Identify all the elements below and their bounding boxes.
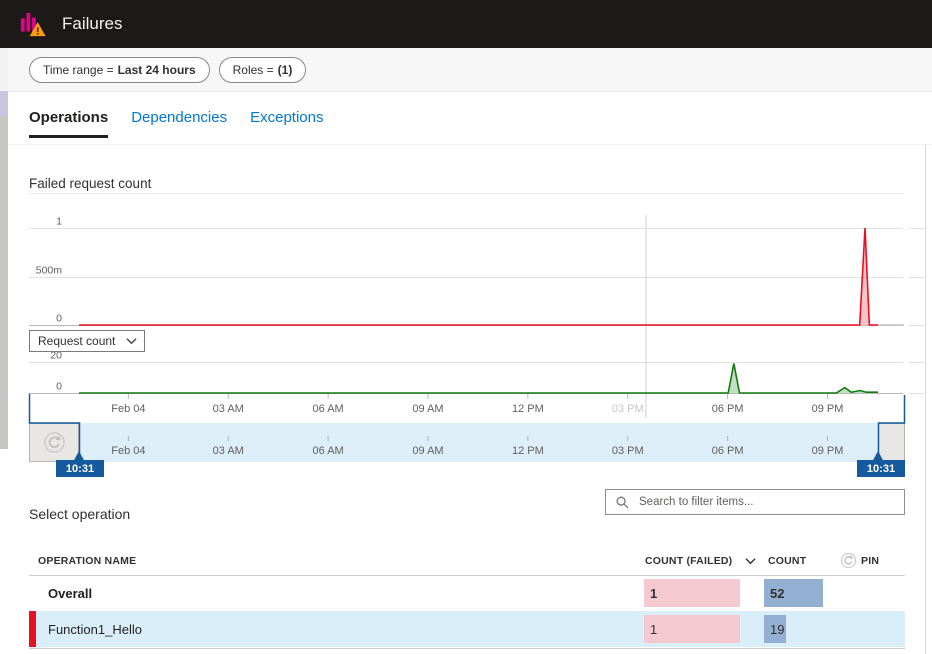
failures-blade-icon bbox=[20, 12, 46, 37]
pivot-tabs: Operations Dependencies Exceptions bbox=[29, 109, 323, 138]
roles-filter-label: Roles = bbox=[232, 62, 274, 77]
svg-text:06 AM: 06 AM bbox=[313, 403, 344, 415]
time-range-filter-value: Last 24 hours bbox=[117, 62, 196, 77]
svg-text:Feb 04: Feb 04 bbox=[111, 403, 145, 415]
count-failed-value: 1 bbox=[650, 585, 658, 601]
svg-text:1: 1 bbox=[56, 216, 62, 228]
time-range-filter-pill[interactable]: Time range = Last 24 hours bbox=[29, 56, 210, 83]
svg-text:03 AM: 03 AM bbox=[213, 403, 244, 415]
sort-descending-icon[interactable] bbox=[745, 557, 756, 565]
search-icon bbox=[616, 496, 629, 508]
left-edge-scrollbar[interactable] bbox=[0, 116, 8, 449]
metric-dropdown[interactable]: Request count bbox=[29, 330, 145, 352]
col-count-failed[interactable]: COUNT (FAILED) bbox=[645, 555, 732, 567]
count-value: 52 bbox=[770, 585, 785, 601]
count-value: 19 bbox=[770, 621, 785, 637]
svg-text:12 PM: 12 PM bbox=[512, 403, 544, 415]
operation-name: Overall bbox=[48, 585, 93, 601]
select-operation-title: Select operation bbox=[29, 506, 131, 522]
time-brush-track[interactable] bbox=[79, 423, 878, 462]
count-failed-value: 1 bbox=[650, 621, 658, 637]
table-bottom-border bbox=[29, 648, 905, 649]
pin-icon[interactable] bbox=[840, 552, 857, 569]
table-row-overall[interactable]: Overall 1 52 bbox=[29, 576, 905, 610]
svg-text:06 PM: 06 PM bbox=[712, 403, 744, 415]
svg-text:03 PM: 03 PM bbox=[612, 403, 644, 415]
content-right-border bbox=[925, 145, 926, 654]
count-failed-bar: 1 bbox=[644, 615, 740, 643]
svg-text:09 PM: 09 PM bbox=[812, 403, 844, 415]
failed-request-count-title: Failed request count bbox=[29, 176, 152, 191]
col-count[interactable]: COUNT bbox=[768, 555, 806, 567]
tab-operations[interactable]: Operations bbox=[29, 109, 109, 138]
brush-end-time-label: 10:31 bbox=[857, 460, 905, 477]
chart-section-divider bbox=[29, 193, 903, 194]
svg-text:09 AM: 09 AM bbox=[412, 403, 443, 415]
col-pin: PIN bbox=[861, 555, 880, 567]
operations-table-header: OPERATION NAME COUNT (FAILED) COUNT PIN bbox=[29, 548, 905, 575]
failures-blade: Failures Time range = Last 24 hours Role… bbox=[0, 0, 932, 654]
operation-name: Function1_Hello bbox=[48, 621, 142, 637]
count-bar: 19 bbox=[764, 615, 786, 643]
tab-exceptions[interactable]: Exceptions bbox=[250, 109, 323, 138]
brush-start-time-label: 10:31 bbox=[56, 460, 104, 477]
filter-items-searchbox[interactable] bbox=[605, 489, 905, 515]
blade-header: Failures bbox=[0, 0, 932, 48]
svg-text:0: 0 bbox=[56, 313, 62, 325]
count-failed-bar: 1 bbox=[644, 579, 740, 607]
search-input[interactable] bbox=[637, 495, 904, 509]
failed-row-accent bbox=[29, 611, 36, 647]
roles-filter-value: (1) bbox=[277, 62, 293, 77]
svg-text:0: 0 bbox=[56, 381, 62, 393]
left-edge-strip bbox=[0, 48, 8, 91]
metric-dropdown-value: Request count bbox=[38, 334, 116, 348]
tabs-divider bbox=[0, 144, 932, 145]
count-bar: 52 bbox=[764, 579, 823, 607]
col-operation-name[interactable]: OPERATION NAME bbox=[38, 555, 136, 567]
brush-reset-button[interactable] bbox=[29, 423, 79, 462]
page-title: Failures bbox=[62, 14, 123, 33]
roles-filter-pill[interactable]: Roles = (1) bbox=[218, 56, 307, 83]
reset-zoom-icon bbox=[43, 432, 65, 453]
filter-bar: Time range = Last 24 hours Roles = (1) bbox=[0, 48, 932, 92]
svg-text:500m: 500m bbox=[36, 265, 63, 277]
tab-dependencies[interactable]: Dependencies bbox=[131, 109, 227, 138]
table-row-function1-hello[interactable]: Function1_Hello 1 19 bbox=[29, 611, 905, 647]
time-range-filter-label: Time range = bbox=[43, 62, 114, 77]
chevron-down-icon bbox=[126, 338, 137, 345]
left-edge-strip-accent bbox=[0, 91, 8, 116]
